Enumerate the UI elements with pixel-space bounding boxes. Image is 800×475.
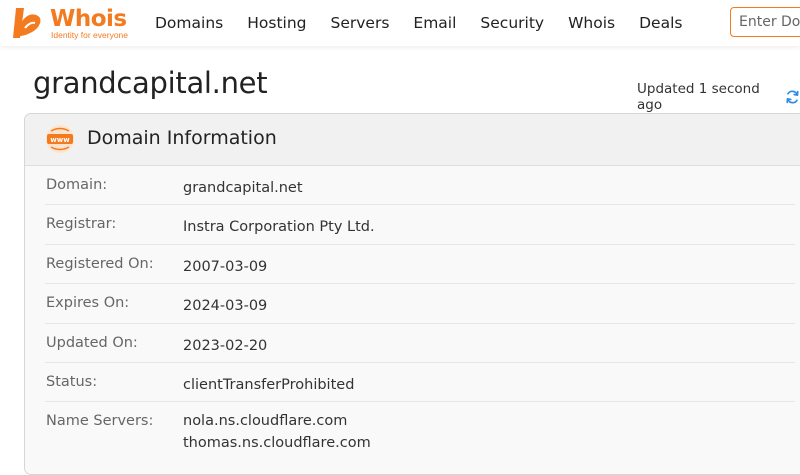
last-updated: Updated 1 second ago [637, 81, 800, 113]
row-value: grandcapital.net [183, 180, 303, 196]
info-row-expires-on: Expires On: 2024-03-09 [45, 284, 795, 324]
row-value: 2023-02-20 [183, 337, 268, 354]
card-header: www Domain Information [25, 114, 800, 166]
name-server-item: thomas.ns.cloudflare.com [183, 435, 371, 452]
page-title: grandcapital.net [33, 66, 268, 100]
www-globe-icon: www [46, 125, 74, 153]
info-row-name-servers: Name Servers: nola.ns.cloudflare.com tho… [45, 402, 795, 462]
row-label: Registrar: [46, 216, 117, 233]
row-value: 2007-03-09 [183, 258, 268, 275]
info-row-registrar: Registrar: Instra Corporation Pty Ltd. [45, 205, 795, 245]
row-value: Instra Corporation Pty Ltd. [183, 219, 375, 236]
domain-information-card: www Domain Information Domain: grandcapi… [24, 113, 800, 475]
row-label: Updated On: [46, 334, 138, 351]
row-label: Status: [46, 373, 98, 390]
nav-email[interactable]: Email [413, 14, 456, 32]
row-value: 2024-03-09 [183, 298, 268, 315]
row-label: Name Servers: [46, 413, 154, 430]
info-row-registered-on: Registered On: 2007-03-09 [45, 245, 795, 285]
row-label: Registered On: [46, 255, 154, 272]
domain-info-table: Domain: grandcapital.net Registrar: Inst… [25, 166, 800, 462]
nav-security[interactable]: Security [480, 14, 544, 32]
updated-text: Updated 1 second ago [637, 81, 760, 113]
info-row-status: Status: clientTransferProhibited [45, 363, 795, 403]
row-label: Expires On: [46, 295, 130, 312]
main-nav: Domains Hosting Servers Email Security W… [155, 0, 706, 46]
logo-mark-icon [13, 8, 41, 38]
top-navigation-bar: Whois Identity for everyone Domains Host… [0, 0, 800, 46]
info-row-domain: Domain: grandcapital.net [45, 166, 795, 206]
logo-tagline: Identity for everyone [51, 30, 129, 40]
refresh-icon[interactable] [785, 89, 800, 105]
row-value: clientTransferProhibited [183, 376, 355, 393]
logo-wordmark: Whois [50, 6, 127, 32]
row-label: Domain: [46, 177, 108, 193]
name-server-item: nola.ns.cloudflare.com [183, 413, 348, 430]
nav-deals[interactable]: Deals [639, 14, 682, 32]
card-title: Domain Information [87, 127, 277, 149]
name-server-list: nola.ns.cloudflare.com thomas.ns.cloudfl… [183, 410, 371, 454]
nav-hosting[interactable]: Hosting [247, 14, 306, 32]
whois-logo[interactable]: Whois Identity for everyone [10, 4, 130, 42]
domain-search-input[interactable] [730, 7, 800, 37]
nav-domains[interactable]: Domains [155, 14, 223, 32]
nav-servers[interactable]: Servers [331, 14, 390, 32]
info-row-updated-on: Updated On: 2023-02-20 [45, 324, 795, 363]
nav-whois[interactable]: Whois [568, 14, 615, 32]
svg-text:www: www [50, 136, 70, 144]
